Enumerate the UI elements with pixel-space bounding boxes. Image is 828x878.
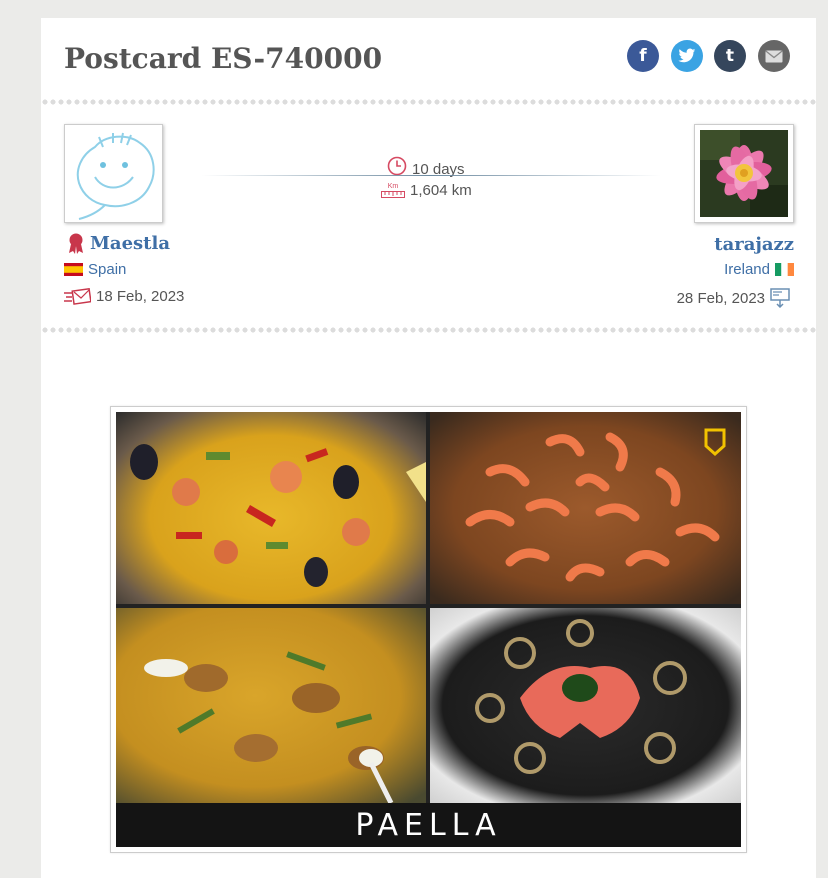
travel-distance: 1,604 km xyxy=(410,182,472,199)
sender-name-row: Maestla xyxy=(67,232,170,254)
clock-icon xyxy=(387,156,407,175)
divider-top xyxy=(41,99,816,105)
postcard-card: Postcard ES-740000 f t Maestla Spain 18 … xyxy=(41,18,816,878)
email-icon xyxy=(765,49,783,62)
ireland-flag-icon xyxy=(775,263,794,276)
km-label: Km xyxy=(387,183,399,190)
spain-flag-icon xyxy=(64,263,83,276)
twitter-share-button[interactable] xyxy=(671,40,703,72)
sent-envelope-icon xyxy=(64,288,91,305)
received-mailbox-icon xyxy=(770,288,790,308)
received-date: 28 Feb, 2023 xyxy=(676,289,765,307)
postcard-caption: PAELLA xyxy=(355,807,502,843)
receiver-country-row: Ireland xyxy=(724,261,794,278)
facebook-share-button[interactable]: f xyxy=(627,40,659,72)
email-share-button[interactable] xyxy=(758,40,790,72)
twitter-icon xyxy=(678,48,696,63)
travel-line xyxy=(201,175,661,176)
seafood-paella-photo xyxy=(116,412,426,604)
prawn-rice-photo xyxy=(430,412,741,604)
postcard-image-frame[interactable]: PAELLA xyxy=(110,406,747,853)
sender-username-link[interactable]: Maestla xyxy=(90,233,170,254)
sender-avatar[interactable] xyxy=(64,124,163,223)
postcard-image: PAELLA xyxy=(116,412,741,847)
sent-date-row: 18 Feb, 2023 xyxy=(64,288,184,305)
page-title: Postcard ES-740000 xyxy=(64,42,383,75)
award-ribbon-icon xyxy=(69,233,83,254)
receiver-avatar[interactable] xyxy=(694,124,794,223)
travel-distance-row: Km 1,604 km xyxy=(381,182,472,199)
facebook-icon: f xyxy=(639,46,647,66)
sender-country-row: Spain xyxy=(64,261,126,278)
ruler-km-icon: Km xyxy=(381,183,405,198)
smiley-drawing-icon xyxy=(76,132,155,220)
received-date-row: 28 Feb, 2023 xyxy=(677,288,790,308)
tumblr-share-button[interactable]: t xyxy=(714,40,746,72)
postcard-caption-bar: PAELLA xyxy=(116,803,741,847)
sender-country-link[interactable]: Spain xyxy=(88,261,126,278)
receiver-username-link[interactable]: tarajazz xyxy=(714,234,794,255)
chicken-paella-photo xyxy=(116,608,426,803)
tumblr-icon: t xyxy=(725,46,735,66)
sent-date: 18 Feb, 2023 xyxy=(96,288,185,305)
black-rice-photo xyxy=(430,608,741,803)
lotus-flower-photo xyxy=(700,130,788,217)
divider-bottom xyxy=(41,327,816,333)
receiver-country-link[interactable]: Ireland xyxy=(724,261,770,278)
